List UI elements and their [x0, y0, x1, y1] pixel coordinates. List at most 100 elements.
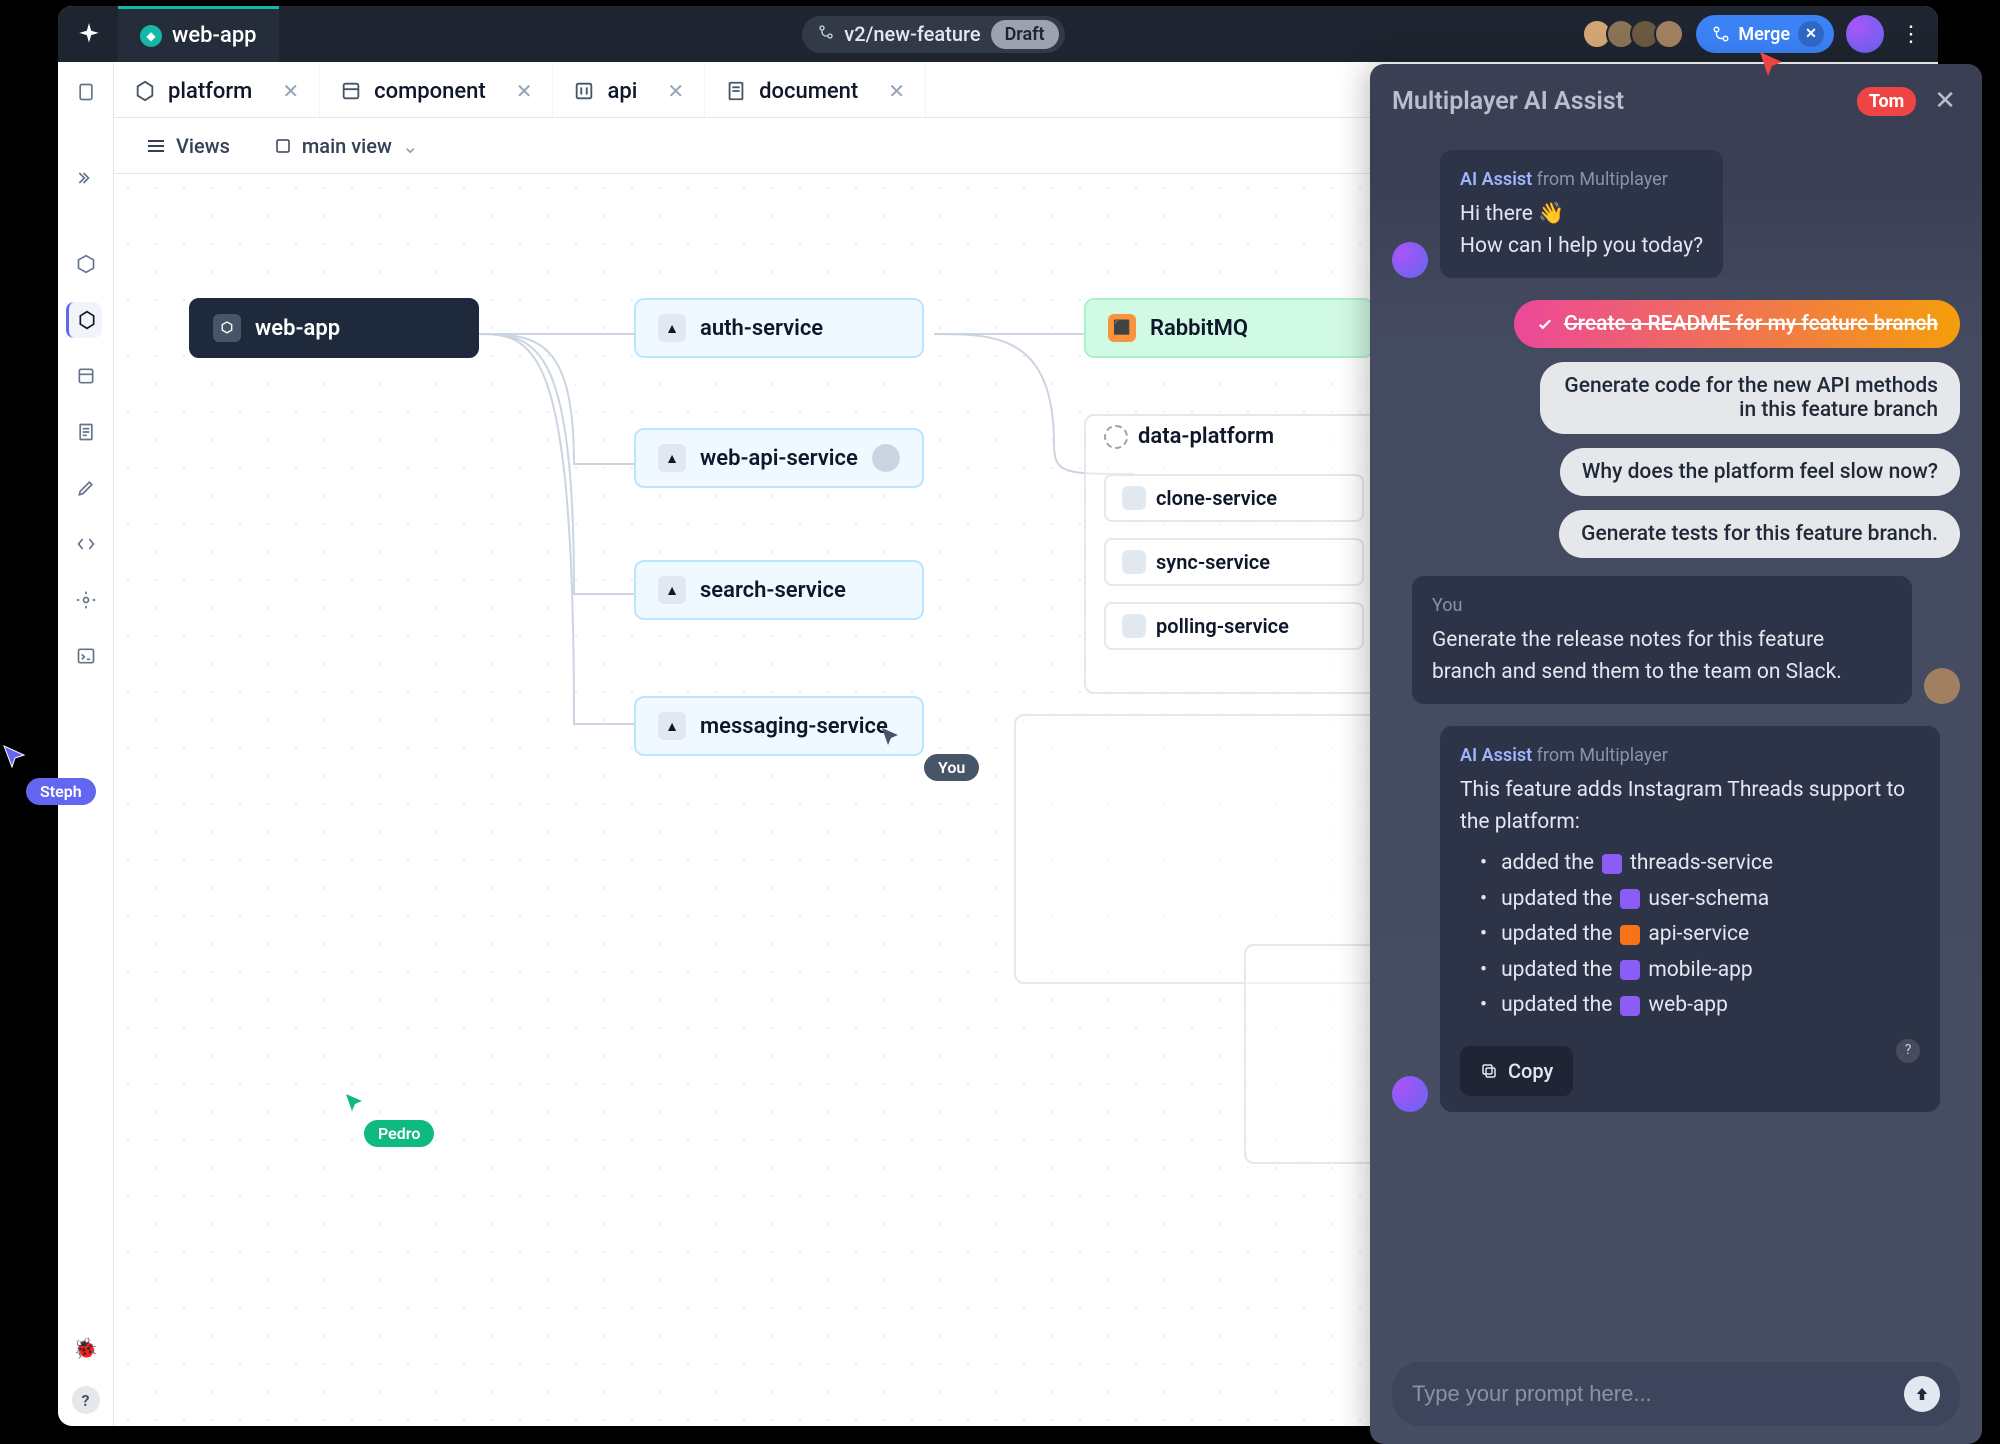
suggestion-row: Create a README for my feature branch	[1392, 300, 1960, 348]
suggestion-label: Why does the platform feel slow now?	[1582, 460, 1938, 484]
topbar: ◆ web-app v2/new-feature Draft Merge	[58, 6, 1938, 62]
close-icon[interactable]: ✕	[516, 79, 533, 103]
node-label: RabbitMQ	[1150, 316, 1248, 341]
copy-button[interactable]: Copy	[1460, 1046, 1573, 1096]
settings-icon[interactable]	[68, 582, 104, 618]
branch-selector[interactable]: v2/new-feature Draft	[802, 16, 1064, 53]
close-icon[interactable]: ✕	[1930, 82, 1960, 120]
node-sync[interactable]: sync-service	[1104, 538, 1364, 586]
link-text[interactable]: user-schema	[1648, 884, 1769, 916]
link-icon	[1620, 889, 1640, 909]
node-label: auth-service	[700, 316, 823, 341]
node-label: web-api-service	[700, 446, 858, 471]
help-icon[interactable]: ?	[1896, 1039, 1920, 1063]
node-label: clone-service	[1156, 486, 1277, 510]
list-icon	[146, 139, 166, 153]
link-icon	[1620, 996, 1640, 1016]
component-icon[interactable]	[68, 358, 104, 394]
node-rabbitmq[interactable]: ⬛ RabbitMQ	[1084, 298, 1374, 358]
group-title[interactable]: data-platform	[1104, 424, 1274, 449]
node-icon: ▲	[658, 444, 686, 472]
tab-api[interactable]: api ✕	[553, 62, 705, 117]
views-button[interactable]: Views	[134, 128, 242, 164]
node-webapp[interactable]: ⬡ web-app	[189, 298, 479, 358]
link-text[interactable]: web-app	[1648, 990, 1728, 1022]
ai-panel-header: Multiplayer AI Assist Tom ✕	[1392, 82, 1960, 120]
tab-document[interactable]: document ✕	[705, 62, 926, 117]
app-logo-icon[interactable]	[70, 15, 108, 53]
node-icon: ⬛	[1108, 314, 1136, 342]
hexagon-icon[interactable]	[66, 302, 102, 338]
suggestion-generate-code[interactable]: Generate code for the new API methods in…	[1540, 362, 1960, 434]
node-icon	[1122, 614, 1146, 638]
msg-line: How can I help you today?	[1460, 231, 1703, 263]
user-avatar-icon	[1924, 668, 1960, 704]
node-label: messaging-service	[700, 714, 888, 739]
node-clone[interactable]: clone-service	[1104, 474, 1364, 522]
code-icon[interactable]	[68, 526, 104, 562]
api-icon	[573, 80, 595, 102]
merge-close-icon[interactable]: ✕	[1798, 21, 1824, 47]
merge-label: Merge	[1738, 24, 1790, 45]
component-icon	[340, 80, 362, 102]
pedro-cursor-tag: Pedro	[364, 1120, 434, 1147]
edge	[474, 304, 704, 724]
list-item: updated the api-service	[1480, 919, 1920, 951]
node-polling[interactable]: polling-service	[1104, 602, 1364, 650]
suggestion-label: Create a README for my feature branch	[1564, 312, 1938, 336]
view-selector[interactable]: main view ⌄	[260, 128, 433, 164]
link-text[interactable]: mobile-app	[1648, 955, 1752, 987]
link-icon	[1602, 854, 1622, 874]
workspace-icon: ◆	[140, 25, 162, 47]
close-icon[interactable]: ✕	[667, 79, 684, 103]
steph-cursor-icon	[2, 744, 28, 770]
node-label: sync-service	[1156, 550, 1270, 574]
node-icon: ▲	[658, 576, 686, 604]
ai-bubble: AI Assist from Multiplayer Hi there 👋 Ho…	[1440, 150, 1723, 278]
ai-messages[interactable]: AI Assist from Multiplayer Hi there 👋 Ho…	[1392, 120, 1960, 1362]
node-search[interactable]: ▲ search-service	[634, 560, 924, 620]
square-icon	[274, 137, 292, 155]
tab-platform[interactable]: platform ✕	[114, 62, 320, 117]
branch-icon	[818, 24, 834, 44]
ai-avatar-icon	[1392, 1076, 1428, 1112]
sender-name: AI Assist	[1460, 745, 1532, 766]
close-icon[interactable]: ✕	[888, 79, 905, 103]
close-icon[interactable]: ✕	[282, 79, 299, 103]
terminal-icon[interactable]	[68, 638, 104, 674]
workspace-tab[interactable]: ◆ web-app	[118, 6, 279, 62]
sender-name: You	[1432, 595, 1462, 616]
prompt-input[interactable]	[1412, 1381, 1890, 1407]
doc-icon	[725, 80, 747, 102]
collaborator-avatars[interactable]	[1588, 19, 1684, 49]
more-menu-icon[interactable]: ⋮	[1896, 18, 1926, 51]
msg-line: This feature adds Instagram Threads supp…	[1460, 775, 1920, 838]
bug-icon[interactable]: 🐞	[68, 1330, 104, 1366]
help-icon[interactable]: ?	[72, 1386, 100, 1414]
ai-bubble: AI Assist from Multiplayer This feature …	[1440, 726, 1940, 1112]
doc-icon[interactable]	[68, 414, 104, 450]
view-name: main view	[302, 134, 392, 158]
tab-label: component	[374, 79, 486, 104]
edit-icon[interactable]	[68, 470, 104, 506]
hex-icon	[134, 80, 156, 102]
profile-avatar[interactable]	[1846, 15, 1884, 53]
tab-component[interactable]: component ✕	[320, 62, 553, 117]
node-webapi[interactable]: ▲ web-api-service	[634, 428, 924, 488]
copy-icon	[1480, 1062, 1498, 1080]
suggestion-why-slow[interactable]: Why does the platform feel slow now?	[1560, 448, 1960, 496]
sender-from: from Multiplayer	[1537, 169, 1668, 190]
cube-icon[interactable]	[68, 246, 104, 282]
file-icon[interactable]	[68, 74, 104, 110]
send-button[interactable]	[1904, 1376, 1940, 1412]
link-text[interactable]: threads-service	[1630, 848, 1773, 880]
node-icon	[1122, 486, 1146, 510]
link-text[interactable]: api-service	[1648, 919, 1749, 951]
link-icon	[1620, 925, 1640, 945]
suggestion-generate-tests[interactable]: Generate tests for this feature branch.	[1559, 510, 1960, 558]
node-auth[interactable]: ▲ auth-service	[634, 298, 924, 358]
expand-icon[interactable]	[68, 160, 104, 196]
group-label: data-platform	[1138, 424, 1274, 449]
collaborator-avatar[interactable]	[1654, 19, 1684, 49]
suggestion-readme[interactable]: Create a README for my feature branch	[1514, 300, 1960, 348]
